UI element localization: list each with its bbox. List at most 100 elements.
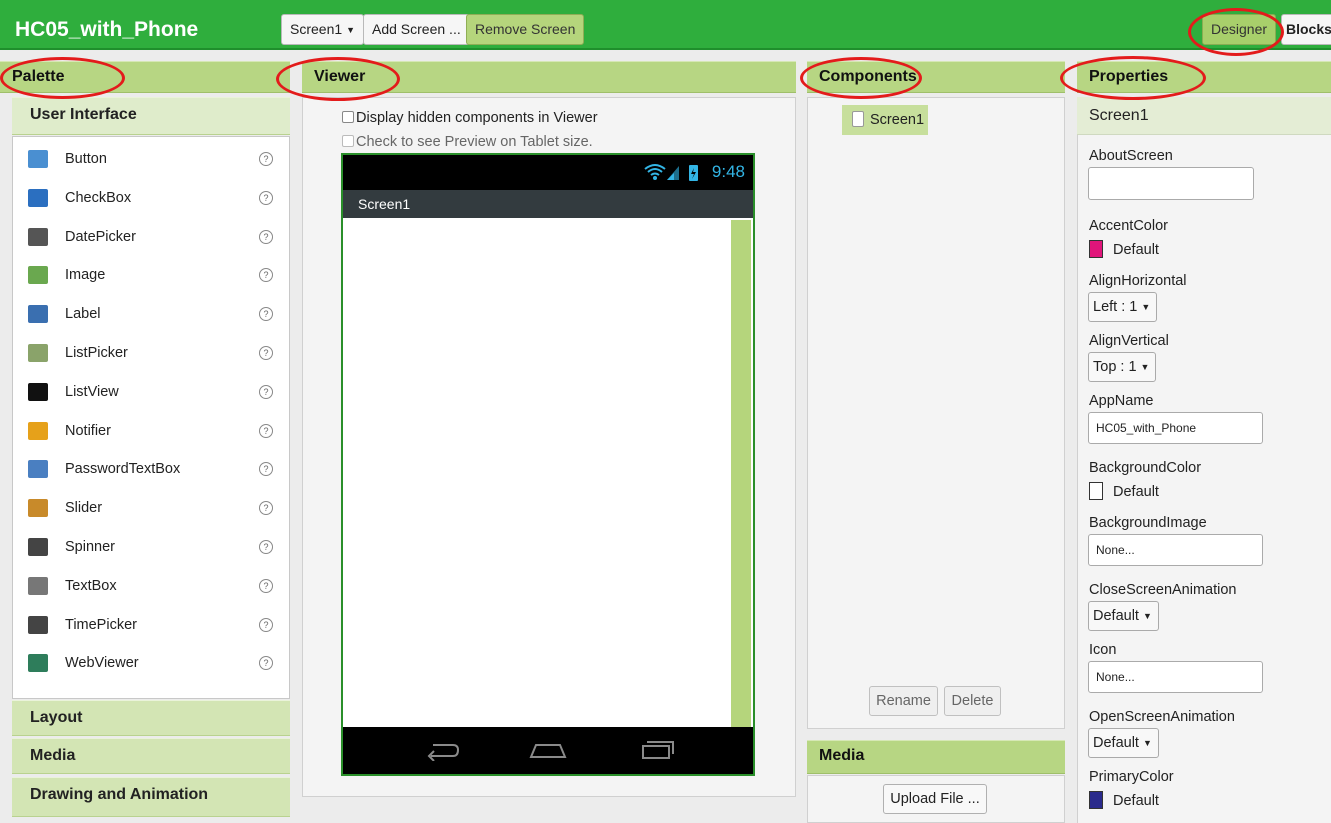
palette-item-timepicker[interactable]: TimePicker? (13, 607, 289, 645)
palette-item-spinner[interactable]: Spinner? (13, 529, 289, 567)
about-screen-label: AboutScreen (1089, 148, 1173, 164)
help-icon[interactable]: ? (259, 617, 273, 632)
palette-item-label: ListView (65, 383, 119, 400)
phone-status-bar: 9:48 (343, 155, 753, 190)
palette-item-label[interactable]: Label? (13, 296, 289, 334)
help-icon[interactable]: ? (259, 346, 273, 360)
palette-item-button[interactable]: Button? (13, 141, 289, 179)
notifier-icon (28, 421, 48, 440)
checkbox-box[interactable] (342, 135, 354, 147)
close-screen-animation-value: Default (1093, 608, 1139, 624)
screen-selector-label: Screen1 (290, 21, 343, 37)
help-icon[interactable]: ? (259, 578, 273, 593)
palette-item-label: Label (65, 306, 101, 323)
webviewer-icon (28, 654, 48, 673)
image-icon (28, 266, 48, 285)
button-icon (28, 150, 48, 168)
listpicker-icon (28, 344, 48, 362)
open-screen-animation-select[interactable]: Default ▼ (1088, 728, 1159, 758)
help-icon[interactable]: ? (259, 190, 273, 205)
label-icon (28, 305, 48, 324)
phone-nav-bar (343, 727, 753, 774)
display-hidden-label: Display hidden components in Viewer (356, 110, 598, 126)
listview-icon (28, 382, 48, 401)
background-color-label: BackgroundColor (1089, 460, 1202, 476)
palette-item-label: ListPicker (65, 345, 128, 361)
palette-item-datepicker[interactable]: DatePicker? (13, 219, 289, 257)
phone-preview[interactable]: 9:48 Screen1 (341, 153, 755, 776)
align-vertical-label: AlignVertical (1089, 333, 1169, 349)
components-tree (807, 97, 1065, 729)
icon-picker[interactable]: None... (1088, 661, 1263, 693)
palette-item-passwordtextbox[interactable]: PasswordTextBox? (13, 451, 289, 489)
help-icon[interactable]: ? (259, 656, 273, 671)
close-screen-animation-select[interactable]: Default ▼ (1088, 601, 1159, 631)
phone-title-bar: Screen1 (343, 190, 753, 218)
upload-file-button[interactable]: Upload File ... (883, 784, 987, 814)
help-icon[interactable]: ? (259, 229, 273, 244)
app-name-input[interactable]: HC05_with_Phone (1088, 412, 1263, 444)
palette-item-textbox[interactable]: TextBox? (13, 568, 289, 606)
palette-item-label: Image (65, 267, 106, 284)
chevron-down-icon: ▼ (346, 24, 356, 35)
help-icon[interactable]: ? (259, 423, 273, 438)
palette-item-label: Spinner (65, 539, 115, 555)
top-toolbar: HC05_with_Phone Screen1 ▼ Add Screen ... … (0, 0, 1331, 50)
primary-color-picker[interactable]: Default (1089, 791, 1159, 809)
help-icon[interactable]: ? (259, 384, 273, 399)
category-layout[interactable]: Layout (12, 700, 290, 736)
palette-item-notifier[interactable]: Notifier? (13, 413, 289, 451)
align-horizontal-select[interactable]: Left : 1 ▼ (1088, 292, 1158, 322)
palette-item-label: TimePicker (65, 616, 137, 633)
timepicker-icon (28, 615, 48, 634)
delete-button[interactable]: Delete (944, 686, 1001, 716)
tablet-preview-checkbox[interactable]: Check to see Preview on Tablet size. (342, 134, 593, 150)
component-tree-label: Screen1 (870, 112, 925, 128)
blocks-button[interactable]: Blocks (1281, 14, 1331, 45)
palette-item-listpicker[interactable]: ListPicker? (13, 335, 289, 373)
palette-item-image[interactable]: Image? (13, 257, 289, 295)
help-icon[interactable]: ? (259, 501, 273, 516)
align-vertical-select[interactable]: Top : 1 ▼ (1088, 352, 1157, 382)
background-image-picker[interactable]: None... (1088, 534, 1263, 566)
primary-color-label: PrimaryColor (1089, 769, 1174, 785)
recent-apps-icon (642, 741, 674, 759)
help-icon[interactable]: ? (259, 152, 273, 166)
palette-item-label: WebViewer (65, 655, 139, 672)
help-icon[interactable]: ? (259, 462, 273, 477)
remove-screen-button[interactable]: Remove Screen (466, 14, 585, 45)
screen-selector-dropdown[interactable]: Screen1 ▼ (281, 14, 365, 45)
palette-item-label: Button (65, 151, 107, 167)
about-screen-textarea[interactable] (1088, 167, 1254, 200)
help-icon[interactable]: ? (259, 268, 273, 283)
component-tree-screen1[interactable]: Screen1 (842, 105, 928, 135)
palette-item-listview[interactable]: ListView? (13, 374, 289, 412)
spinner-icon (28, 538, 48, 556)
open-screen-animation-label: OpenScreenAnimation (1089, 709, 1235, 725)
media-header: Media (807, 740, 1065, 774)
accent-color-value: Default (1113, 242, 1159, 258)
annotation-ring-designer (1188, 8, 1284, 56)
back-icon (427, 744, 460, 761)
chevron-down-icon: ▼ (1140, 362, 1150, 373)
app-title: HC05_with_Phone (15, 18, 199, 41)
rename-button[interactable]: Rename (869, 686, 938, 716)
add-screen-button[interactable]: Add Screen ... (363, 14, 470, 45)
background-color-picker[interactable]: Default (1089, 482, 1159, 500)
help-icon[interactable]: ? (259, 540, 273, 554)
accent-color-picker[interactable]: Default (1089, 240, 1159, 258)
palette-item-webviewer[interactable]: WebViewer? (13, 645, 289, 683)
palette-item-label: Notifier (65, 422, 111, 439)
category-drawing-animation[interactable]: Drawing and Animation (12, 777, 290, 817)
display-hidden-checkbox[interactable]: Display hidden components in Viewer (342, 110, 598, 126)
palette-item-slider[interactable]: Slider? (13, 490, 289, 528)
help-icon[interactable]: ? (259, 307, 273, 322)
chevron-down-icon: ▼ (1142, 738, 1152, 749)
checkbox-box[interactable] (342, 111, 354, 123)
phone-scrollbar[interactable] (731, 220, 751, 728)
palette-item-checkbox[interactable]: CheckBox? (13, 180, 289, 218)
chevron-down-icon: ▼ (1142, 611, 1152, 622)
app-name-label: AppName (1089, 393, 1154, 409)
category-media[interactable]: Media (12, 738, 290, 774)
category-user-interface[interactable]: User Interface (12, 97, 290, 135)
